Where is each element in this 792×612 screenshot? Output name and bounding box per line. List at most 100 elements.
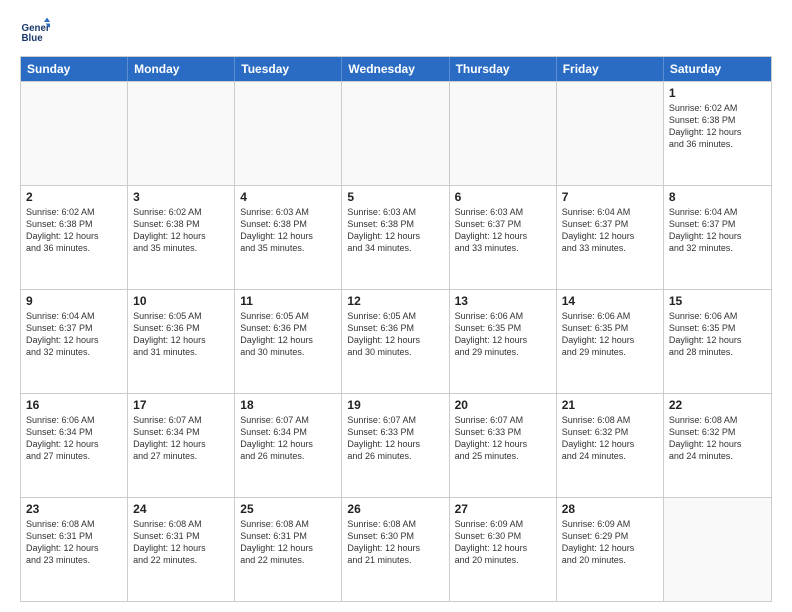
logo: General Blue — [20, 16, 50, 46]
day-number: 7 — [562, 190, 658, 204]
calendar-cell: 22 Sunrise: 6:08 AM Sunset: 6:32 PM Dayli… — [664, 394, 771, 497]
day-info: Sunrise: 6:02 AM Sunset: 6:38 PM Dayligh… — [133, 206, 229, 255]
day-number: 18 — [240, 398, 336, 412]
calendar-cell: 5 Sunrise: 6:03 AM Sunset: 6:38 PM Daylig… — [342, 186, 449, 289]
day-number: 2 — [26, 190, 122, 204]
day-info: Sunrise: 6:02 AM Sunset: 6:38 PM Dayligh… — [669, 102, 766, 151]
weekday-header: Wednesday — [342, 57, 449, 81]
calendar-cell: 8 Sunrise: 6:04 AM Sunset: 6:37 PM Daylig… — [664, 186, 771, 289]
calendar-cell: 21Sunrise: 6:08 AM Sunset: 6:32 PM Dayli… — [557, 394, 664, 497]
day-info: Sunrise: 6:07 AM Sunset: 6:34 PM Dayligh… — [240, 414, 336, 463]
calendar-cell: 19 Sunrise: 6:07 AM Sunset: 6:33 PM Dayli… — [342, 394, 449, 497]
day-info: Sunrise: 6:04 AM Sunset: 6:37 PM Dayligh… — [26, 310, 122, 359]
day-info: Sunrise: 6:05 AM Sunset: 6:36 PM Dayligh… — [133, 310, 229, 359]
day-number: 10 — [133, 294, 229, 308]
day-info: Sunrise: 6:04 AM Sunset: 6:37 PM Dayligh… — [562, 206, 658, 255]
day-info: Sunrise: 6:08 AM Sunset: 6:32 PM Dayligh… — [669, 414, 766, 463]
day-number: 20 — [455, 398, 551, 412]
day-number: 16 — [26, 398, 122, 412]
day-info: Sunrise: 6:09 AM Sunset: 6:30 PM Dayligh… — [455, 518, 551, 567]
calendar-cell: 2 Sunrise: 6:02 AM Sunset: 6:38 PM Daylig… — [21, 186, 128, 289]
weekday-header: Saturday — [664, 57, 771, 81]
calendar-cell: 20 Sunrise: 6:07 AM Sunset: 6:33 PM Dayli… — [450, 394, 557, 497]
day-number: 28 — [562, 502, 658, 516]
calendar-body: 1Sunrise: 6:02 AM Sunset: 6:38 PM Daylig… — [21, 81, 771, 601]
day-info: Sunrise: 6:03 AM Sunset: 6:37 PM Dayligh… — [455, 206, 551, 255]
calendar-cell: 17 Sunrise: 6:07 AM Sunset: 6:34 PM Dayli… — [128, 394, 235, 497]
day-info: Sunrise: 6:05 AM Sunset: 6:36 PM Dayligh… — [240, 310, 336, 359]
calendar-cell: 16 Sunrise: 6:06 AM Sunset: 6:34 PM Dayli… — [21, 394, 128, 497]
weekday-header: Monday — [128, 57, 235, 81]
calendar-cell: 10 Sunrise: 6:05 AM Sunset: 6:36 PM Dayli… — [128, 290, 235, 393]
day-info: Sunrise: 6:08 AM Sunset: 6:31 PM Dayligh… — [26, 518, 122, 567]
weekday-header: Friday — [557, 57, 664, 81]
day-info: Sunrise: 6:09 AM Sunset: 6:29 PM Dayligh… — [562, 518, 658, 567]
day-number: 9 — [26, 294, 122, 308]
day-number: 26 — [347, 502, 443, 516]
day-number: 12 — [347, 294, 443, 308]
day-number: 8 — [669, 190, 766, 204]
calendar-row: 9 Sunrise: 6:04 AM Sunset: 6:37 PM Daylig… — [21, 289, 771, 393]
calendar-cell: 4 Sunrise: 6:03 AM Sunset: 6:38 PM Daylig… — [235, 186, 342, 289]
calendar-cell: 26 Sunrise: 6:08 AM Sunset: 6:30 PM Dayli… — [342, 498, 449, 601]
calendar-cell: 12 Sunrise: 6:05 AM Sunset: 6:36 PM Dayli… — [342, 290, 449, 393]
calendar-row: 16 Sunrise: 6:06 AM Sunset: 6:34 PM Dayli… — [21, 393, 771, 497]
day-info: Sunrise: 6:05 AM Sunset: 6:36 PM Dayligh… — [347, 310, 443, 359]
day-number: 3 — [133, 190, 229, 204]
day-number: 4 — [240, 190, 336, 204]
calendar-row: 1Sunrise: 6:02 AM Sunset: 6:38 PM Daylig… — [21, 81, 771, 185]
day-number: 11 — [240, 294, 336, 308]
day-number: 27 — [455, 502, 551, 516]
day-number: 17 — [133, 398, 229, 412]
calendar-cell — [557, 82, 664, 185]
day-info: Sunrise: 6:08 AM Sunset: 6:30 PM Dayligh… — [347, 518, 443, 567]
calendar-cell: 27 Sunrise: 6:09 AM Sunset: 6:30 PM Dayli… — [450, 498, 557, 601]
weekday-header: Sunday — [21, 57, 128, 81]
day-info: Sunrise: 6:04 AM Sunset: 6:37 PM Dayligh… — [669, 206, 766, 255]
calendar-row: 2 Sunrise: 6:02 AM Sunset: 6:38 PM Daylig… — [21, 185, 771, 289]
day-info: Sunrise: 6:06 AM Sunset: 6:35 PM Dayligh… — [562, 310, 658, 359]
calendar-cell: 25 Sunrise: 6:08 AM Sunset: 6:31 PM Dayli… — [235, 498, 342, 601]
day-info: Sunrise: 6:08 AM Sunset: 6:31 PM Dayligh… — [133, 518, 229, 567]
page: General Blue SundayMondayTuesdayWednesda… — [0, 0, 792, 612]
calendar-cell: 6 Sunrise: 6:03 AM Sunset: 6:37 PM Daylig… — [450, 186, 557, 289]
day-number: 22 — [669, 398, 766, 412]
day-info: Sunrise: 6:06 AM Sunset: 6:34 PM Dayligh… — [26, 414, 122, 463]
calendar-cell: 18 Sunrise: 6:07 AM Sunset: 6:34 PM Dayli… — [235, 394, 342, 497]
day-info: Sunrise: 6:07 AM Sunset: 6:34 PM Dayligh… — [133, 414, 229, 463]
day-number: 15 — [669, 294, 766, 308]
day-info: Sunrise: 6:07 AM Sunset: 6:33 PM Dayligh… — [455, 414, 551, 463]
day-info: Sunrise: 6:03 AM Sunset: 6:38 PM Dayligh… — [347, 206, 443, 255]
calendar-cell — [342, 82, 449, 185]
calendar-cell: 11 Sunrise: 6:05 AM Sunset: 6:36 PM Dayli… — [235, 290, 342, 393]
calendar-cell: 14 Sunrise: 6:06 AM Sunset: 6:35 PM Dayli… — [557, 290, 664, 393]
svg-text:Blue: Blue — [22, 33, 44, 44]
calendar: SundayMondayTuesdayWednesdayThursdayFrid… — [20, 56, 772, 602]
day-info: Sunrise: 6:07 AM Sunset: 6:33 PM Dayligh… — [347, 414, 443, 463]
calendar-cell: 13 Sunrise: 6:06 AM Sunset: 6:35 PM Dayli… — [450, 290, 557, 393]
calendar-cell: 28 Sunrise: 6:09 AM Sunset: 6:29 PM Dayli… — [557, 498, 664, 601]
day-number: 13 — [455, 294, 551, 308]
weekday-header: Thursday — [450, 57, 557, 81]
calendar-cell — [128, 82, 235, 185]
header: General Blue — [20, 16, 772, 46]
day-number: 24 — [133, 502, 229, 516]
day-number: 25 — [240, 502, 336, 516]
day-number: 6 — [455, 190, 551, 204]
day-number: 23 — [26, 502, 122, 516]
day-number: 14 — [562, 294, 658, 308]
day-info: Sunrise: 6:08 AM Sunset: 6:32 PM Dayligh… — [562, 414, 658, 463]
day-number: 5 — [347, 190, 443, 204]
calendar-cell — [664, 498, 771, 601]
calendar-cell: 15 Sunrise: 6:06 AM Sunset: 6:35 PM Dayli… — [664, 290, 771, 393]
calendar-cell — [235, 82, 342, 185]
day-info: Sunrise: 6:08 AM Sunset: 6:31 PM Dayligh… — [240, 518, 336, 567]
day-info: Sunrise: 6:02 AM Sunset: 6:38 PM Dayligh… — [26, 206, 122, 255]
day-info: Sunrise: 6:06 AM Sunset: 6:35 PM Dayligh… — [669, 310, 766, 359]
calendar-cell: 3 Sunrise: 6:02 AM Sunset: 6:38 PM Daylig… — [128, 186, 235, 289]
day-number: 19 — [347, 398, 443, 412]
day-info: Sunrise: 6:06 AM Sunset: 6:35 PM Dayligh… — [455, 310, 551, 359]
calendar-cell: 1Sunrise: 6:02 AM Sunset: 6:38 PM Daylig… — [664, 82, 771, 185]
calendar-cell — [21, 82, 128, 185]
day-info: Sunrise: 6:03 AM Sunset: 6:38 PM Dayligh… — [240, 206, 336, 255]
